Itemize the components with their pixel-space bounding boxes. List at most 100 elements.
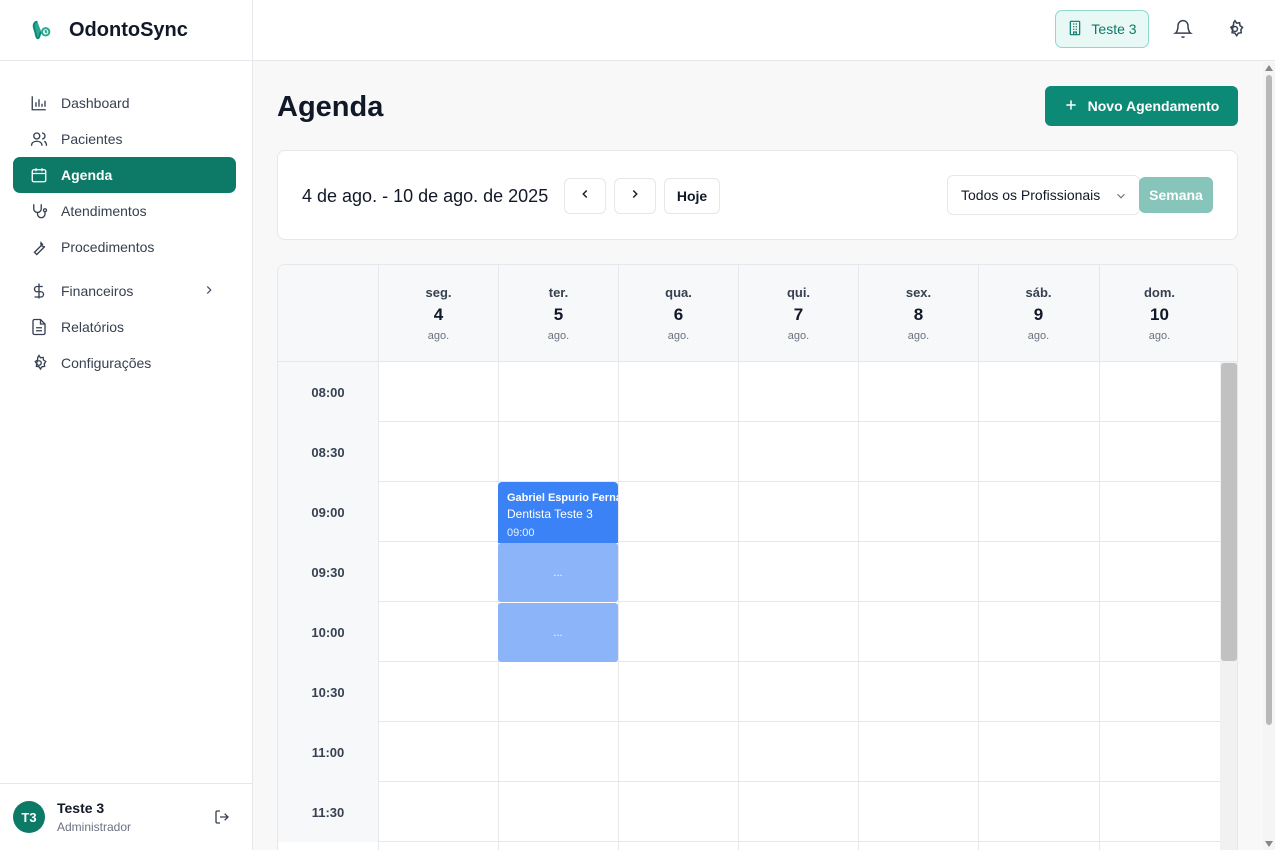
today-button[interactable]: Hoje: [664, 178, 720, 214]
grid-line: [618, 362, 619, 850]
sidebar-item-agenda[interactable]: Agenda: [13, 157, 236, 193]
chevron-right-icon: [628, 187, 642, 206]
user-panel: T3 Teste 3 Administrador: [0, 783, 252, 850]
day-number: 8: [913, 305, 924, 324]
day-month: ago.: [1148, 330, 1171, 342]
avatar: T3: [13, 801, 45, 833]
appointment-card[interactable]: Gabriel Espurio Fernandes Dentista Teste…: [498, 482, 618, 543]
wrench-icon: [30, 238, 48, 256]
page-scrollbar[interactable]: [1263, 62, 1275, 850]
sidebar-nav: Dashboard Pacientes Agenda Atendimentos …: [0, 61, 252, 381]
chevron-down-icon: [1114, 189, 1128, 206]
sidebar-item-relatorios[interactable]: Relatórios: [13, 309, 236, 345]
scrollbar-thumb[interactable]: [1221, 363, 1237, 661]
appointment-patient: Gabriel Espurio Fernandes: [507, 492, 618, 504]
time-label: 10:00: [278, 602, 378, 662]
time-slot-row[interactable]: 08:00: [278, 362, 1220, 422]
page-title: Agenda: [277, 91, 384, 123]
gear-icon: [30, 354, 48, 372]
new-appointment-label: Novo Agendamento: [1087, 98, 1220, 114]
day-number: 4: [433, 305, 444, 324]
scroll-down-arrow-icon[interactable]: [1265, 841, 1273, 847]
bell-icon[interactable]: [1173, 19, 1193, 44]
day-header: qua. 6 ago.: [618, 265, 738, 362]
time-label: 11:00: [278, 722, 378, 782]
sidebar-item-procedimentos[interactable]: Procedimentos: [13, 229, 236, 265]
time-slot-row[interactable]: 10:30: [278, 662, 1220, 722]
sidebar-item-label: Atendimentos: [61, 203, 147, 219]
time-slot-row[interactable]: 09:30: [278, 542, 1220, 602]
time-label: 09:30: [278, 542, 378, 602]
day-name: ter.: [548, 285, 569, 300]
date-range-label: 4 de ago. - 10 de ago. de 2025: [302, 186, 549, 206]
time-slot-row[interactable]: 09:00: [278, 482, 1220, 542]
topbar: Teste 3: [253, 0, 1275, 61]
time-label: 11:30: [278, 782, 378, 842]
calendar-icon: [30, 166, 48, 184]
chevron-right-icon: [202, 283, 216, 300]
settings-gear-icon[interactable]: [1225, 19, 1245, 44]
time-label: 10:30: [278, 662, 378, 722]
day-number: 10: [1150, 305, 1169, 324]
day-name: qua.: [665, 285, 692, 300]
day-name: dom.: [1143, 285, 1176, 300]
logout-icon[interactable]: [214, 809, 230, 830]
users-icon: [30, 130, 48, 148]
day-header: qui. 7 ago.: [738, 265, 858, 362]
building-icon: [1067, 20, 1083, 39]
new-appointment-button[interactable]: Novo Agendamento: [1045, 86, 1238, 126]
appointment-continuation[interactable]: ...: [498, 603, 618, 662]
time-slot-row[interactable]: 11:30: [278, 782, 1220, 842]
grid-line: [858, 362, 859, 850]
file-text-icon: [30, 318, 48, 336]
day-month: ago.: [547, 330, 570, 342]
calendar-scrollbar[interactable]: [1220, 362, 1237, 850]
time-label: 08:00: [278, 362, 378, 422]
tooth-logo-icon: [30, 18, 54, 42]
sidebar-item-dashboard[interactable]: Dashboard: [13, 85, 236, 121]
calendar-header: seg. 4 ago. ter. 5 ago. qua. 6 ago. qui.…: [278, 265, 1237, 362]
grid-line: [378, 362, 379, 850]
stethoscope-icon: [30, 202, 48, 220]
sidebar: OdontoSync Dashboard Pacientes Agenda At…: [0, 0, 253, 850]
day-name: sáb.: [1025, 285, 1052, 300]
sidebar-item-pacientes[interactable]: Pacientes: [13, 121, 236, 157]
chevron-left-icon: [578, 187, 592, 206]
bar-chart-icon: [30, 94, 48, 112]
clinic-selector-button[interactable]: Teste 3: [1055, 10, 1149, 48]
professional-select[interactable]: Todos os Profissionais: [947, 175, 1140, 215]
day-month: ago.: [427, 330, 450, 342]
sidebar-item-label: Relatórios: [61, 319, 125, 335]
appointment-continuation[interactable]: ...: [498, 543, 618, 602]
grid-line: [1099, 362, 1100, 850]
day-header: seg. 4 ago.: [378, 265, 498, 362]
previous-week-button[interactable]: [564, 178, 606, 214]
day-month: ago.: [787, 330, 810, 342]
grid-line: [738, 362, 739, 850]
time-slot-row[interactable]: 11:00: [278, 722, 1220, 782]
sidebar-item-label: Configurações: [61, 355, 152, 371]
scroll-up-arrow-icon[interactable]: [1265, 65, 1273, 71]
appointment-doctor: Dentista Teste 3: [507, 507, 593, 521]
main-content: Agenda Novo Agendamento 4 de ago. - 10 d…: [253, 62, 1263, 850]
day-header: sáb. 9 ago.: [978, 265, 1098, 362]
day-number: 6: [673, 305, 684, 324]
sidebar-item-configuracoes[interactable]: Configurações: [13, 345, 236, 381]
time-label: 08:30: [278, 422, 378, 482]
professional-select-value: Todos os Profissionais: [961, 187, 1101, 203]
brand-name: OdontoSync: [69, 18, 188, 41]
brand[interactable]: OdontoSync: [0, 0, 252, 61]
page-scrollbar-thumb[interactable]: [1266, 75, 1272, 725]
next-week-button[interactable]: [614, 178, 656, 214]
week-view-button[interactable]: Semana: [1139, 177, 1213, 213]
day-month: ago.: [1027, 330, 1050, 342]
time-slot-row[interactable]: 10:00: [278, 602, 1220, 662]
time-slot-row[interactable]: 08:30: [278, 422, 1220, 482]
sidebar-item-financeiros[interactable]: Financeiros: [13, 273, 236, 309]
day-number: 7: [793, 305, 804, 324]
time-label: 09:00: [278, 482, 378, 542]
day-name: seg.: [425, 285, 452, 300]
sidebar-item-atendimentos[interactable]: Atendimentos: [13, 193, 236, 229]
grid-line: [978, 362, 979, 850]
user-role: Administrador: [57, 820, 132, 834]
